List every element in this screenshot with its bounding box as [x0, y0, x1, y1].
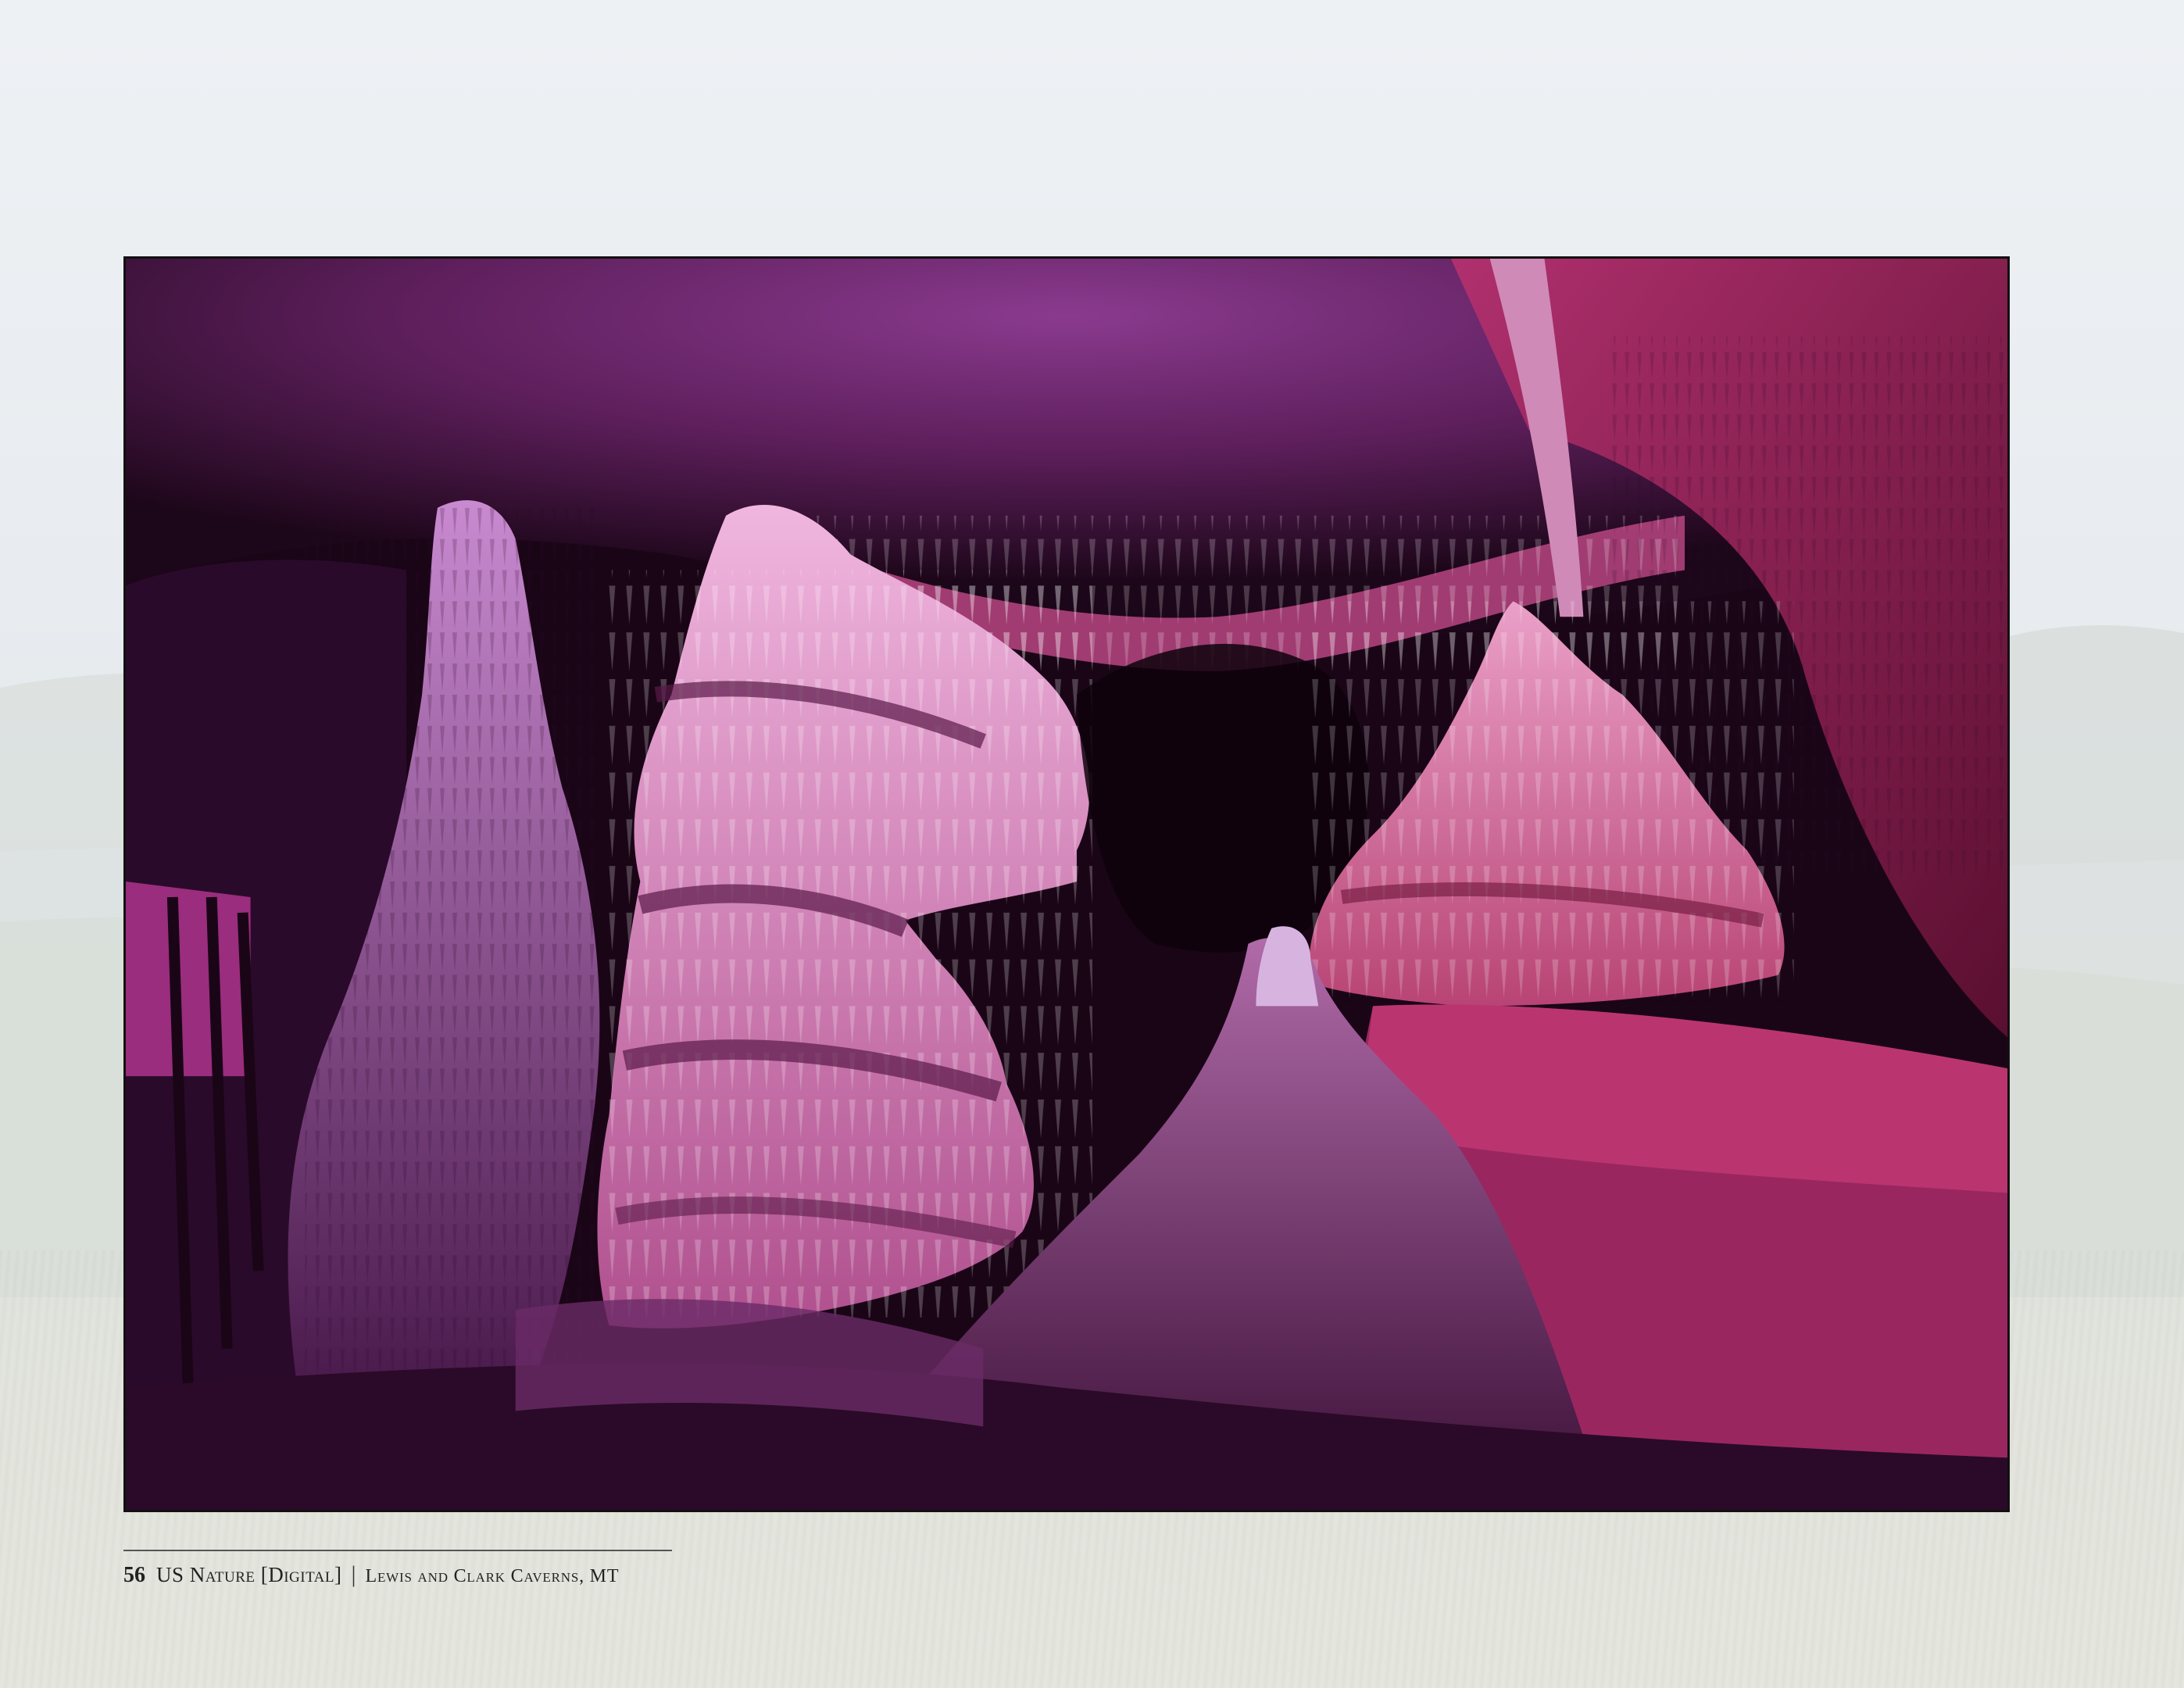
publication-title: US Nature [Digital] [156, 1563, 342, 1586]
photo-location: Lewis and Clark Caverns, MT [365, 1566, 620, 1586]
cave-formations-illustration [126, 259, 2007, 1510]
page-number: 56 [123, 1563, 145, 1587]
cave-photo [123, 256, 2010, 1512]
footer-separator: | [351, 1561, 356, 1587]
page-footer: 56 US Nature [Digital] | Lewis and Clark… [123, 1561, 619, 1593]
footer-rule [123, 1550, 672, 1551]
